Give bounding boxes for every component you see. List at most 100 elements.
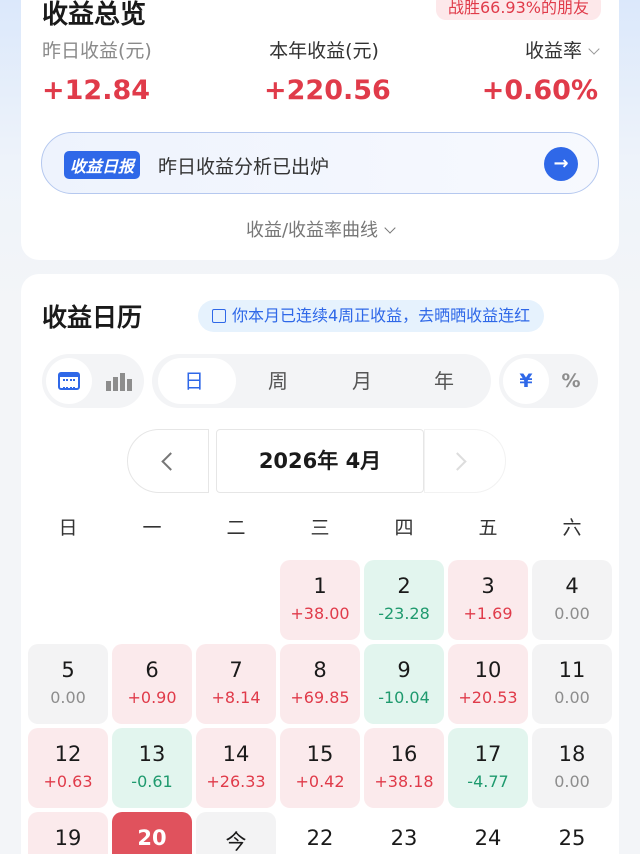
calendar-day-cell[interactable]: 13 -0.61 bbox=[112, 728, 192, 808]
curve-toggle[interactable]: 收益/收益率曲线 bbox=[21, 216, 619, 242]
calendar-day-cell[interactable]: 11 0.00 bbox=[532, 644, 612, 724]
calendar-card: 收益日历 你本月已连续4周正收益，去晒晒收益连红 日 周 月 年 ¥ % 202… bbox=[21, 274, 619, 854]
day-profit: -10.04 bbox=[378, 688, 430, 707]
calendar-day-cell[interactable]: 6 +0.90 bbox=[112, 644, 192, 724]
day-number: 25 bbox=[558, 826, 586, 850]
weekday-label: 四 bbox=[394, 517, 414, 539]
day-profit: +38.00 bbox=[290, 604, 350, 623]
calendar-day-cell[interactable]: 22 bbox=[280, 812, 360, 854]
view-switch bbox=[42, 354, 144, 408]
day-profit: +1.69 bbox=[463, 604, 513, 623]
day-profit: -4.77 bbox=[467, 772, 509, 791]
day-profit: +0.42 bbox=[295, 772, 345, 791]
calendar-day-cell[interactable]: 3 +1.69 bbox=[448, 560, 528, 640]
day-number: 4 bbox=[565, 574, 579, 598]
calendar-day-cell[interactable]: 17 -4.77 bbox=[448, 728, 528, 808]
chevron-down-icon bbox=[588, 43, 600, 55]
day-number: 7 bbox=[229, 658, 243, 682]
calendar-day-cell[interactable]: 2 -23.28 bbox=[364, 560, 444, 640]
day-profit: 0.00 bbox=[554, 772, 590, 791]
day-number: 17 bbox=[474, 742, 502, 766]
tab-month[interactable]: 月 bbox=[320, 354, 404, 408]
day-number: 16 bbox=[390, 742, 418, 766]
daily-report-text: 昨日收益分析已出炉 bbox=[158, 156, 330, 178]
unit-amount-button[interactable]: ¥ bbox=[503, 354, 549, 408]
day-profit: +26.33 bbox=[206, 772, 266, 791]
tab-week[interactable]: 周 bbox=[236, 354, 320, 408]
weekday-label: 二 bbox=[226, 517, 246, 539]
metric-rate-label[interactable]: 收益率 bbox=[482, 36, 600, 63]
calendar-day-cell[interactable]: 8 +69.85 bbox=[280, 644, 360, 724]
prev-month-button[interactable] bbox=[127, 429, 209, 493]
calendar-day-cell[interactable]: 12 +0.63 bbox=[28, 728, 108, 808]
calendar-day-cell[interactable]: 今 bbox=[196, 812, 276, 854]
calendar-day-cell[interactable]: 9 -10.04 bbox=[364, 644, 444, 724]
chevron-down-icon bbox=[384, 222, 396, 234]
chevron-left-icon bbox=[161, 452, 180, 471]
day-number: 14 bbox=[222, 742, 250, 766]
calendar-title: 收益日历 bbox=[42, 303, 143, 332]
metric-yesterday-value: +12.84 bbox=[42, 75, 151, 106]
day-number: 9 bbox=[397, 658, 411, 682]
calendar-day-cell[interactable]: 20 bbox=[112, 812, 192, 854]
day-number: 22 bbox=[306, 826, 334, 850]
day-number: 6 bbox=[145, 658, 159, 682]
calendar-day-cell[interactable]: 14 +26.33 bbox=[196, 728, 276, 808]
tab-year[interactable]: 年 bbox=[402, 354, 486, 408]
bar-chart-icon[interactable] bbox=[106, 371, 132, 391]
metric-yesterday[interactable]: 昨日收益(元) +12.84 bbox=[42, 36, 152, 106]
metric-year-label: 本年收益(元) bbox=[269, 40, 379, 62]
day-number: 12 bbox=[54, 742, 82, 766]
view-calendar-button[interactable] bbox=[46, 358, 92, 404]
calendar-day-cell[interactable]: 23 bbox=[364, 812, 444, 854]
calendar-day-cell[interactable]: 15 +0.42 bbox=[280, 728, 360, 808]
metric-rate-value: +0.60% bbox=[481, 75, 598, 106]
share-streak-tip[interactable]: 你本月已连续4周正收益，去晒晒收益连红 bbox=[198, 300, 545, 332]
unit-percent-button[interactable]: % bbox=[548, 354, 594, 408]
day-number: 15 bbox=[306, 742, 334, 766]
daily-report-tag: 收益日报 bbox=[64, 151, 141, 179]
day-number: 1 bbox=[313, 574, 327, 598]
day-number: 13 bbox=[138, 742, 166, 766]
day-profit: 0.00 bbox=[50, 688, 86, 707]
day-profit: -0.61 bbox=[131, 772, 173, 791]
calendar-day-cell[interactable]: 4 0.00 bbox=[532, 560, 612, 640]
weekday-label: 一 bbox=[142, 517, 162, 539]
day-number: 20 bbox=[137, 826, 167, 850]
beat-friends-badge[interactable]: 战胜66.93%的朋友 bbox=[435, 0, 601, 20]
day-number: 23 bbox=[390, 826, 418, 850]
day-profit: +38.18 bbox=[374, 772, 434, 791]
metric-rate-label-text: 收益率 bbox=[524, 40, 582, 62]
weekday-label: 日 bbox=[58, 517, 78, 539]
next-month-button[interactable] bbox=[424, 429, 506, 493]
calendar-day-cell[interactable]: 18 0.00 bbox=[532, 728, 612, 808]
calendar-day-cell[interactable]: 25 bbox=[532, 812, 612, 854]
day-number: 5 bbox=[61, 658, 75, 682]
calendar-day-cell[interactable]: 5 0.00 bbox=[28, 644, 108, 724]
calendar-icon bbox=[58, 372, 80, 390]
weekday-label: 三 bbox=[310, 517, 330, 539]
day-profit: 0.00 bbox=[554, 604, 590, 623]
day-profit: +0.90 bbox=[127, 688, 177, 707]
day-number: 3 bbox=[481, 574, 495, 598]
calendar-day-cell[interactable]: 24 bbox=[448, 812, 528, 854]
weekday-label: 六 bbox=[562, 517, 582, 539]
period-switch: 日 周 月 年 bbox=[152, 354, 491, 408]
calendar-day-cell[interactable]: 1 +38.00 bbox=[280, 560, 360, 640]
day-number: 11 bbox=[558, 658, 586, 682]
calendar-day-cell[interactable]: 19 bbox=[28, 812, 108, 854]
day-profit: -23.28 bbox=[378, 604, 430, 623]
calendar-day-cell[interactable]: 7 +8.14 bbox=[196, 644, 276, 724]
arrow-right-icon[interactable]: → bbox=[544, 147, 578, 181]
overview-title: 收益总览 bbox=[42, 0, 147, 30]
metric-rate[interactable]: 收益率 +0.60% bbox=[481, 36, 600, 106]
day-profit: +8.14 bbox=[211, 688, 261, 707]
daily-report-banner[interactable]: 收益日报 昨日收益分析已出炉 → bbox=[41, 132, 599, 194]
tab-day[interactable]: 日 bbox=[152, 354, 236, 408]
metric-yesterday-label: 昨日收益(元) bbox=[42, 40, 152, 62]
calendar-day-cell[interactable]: 10 +20.53 bbox=[448, 644, 528, 724]
calendar-day-cell[interactable]: 16 +38.18 bbox=[364, 728, 444, 808]
metric-year[interactable]: 本年收益(元) +220.56 bbox=[264, 36, 391, 106]
month-picker[interactable]: 2026年 4月 bbox=[216, 429, 424, 493]
external-link-icon bbox=[212, 309, 226, 323]
